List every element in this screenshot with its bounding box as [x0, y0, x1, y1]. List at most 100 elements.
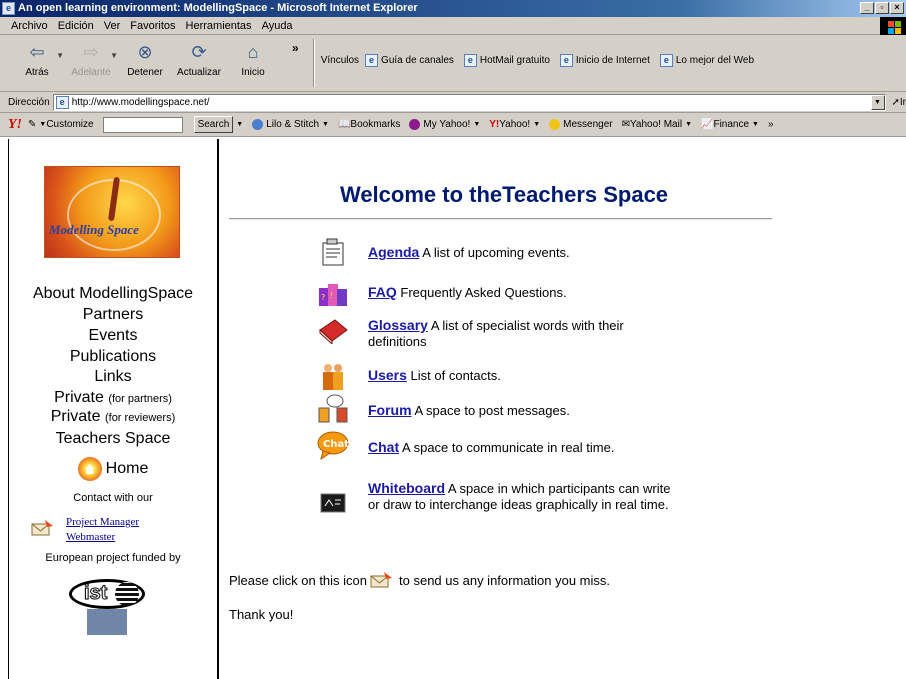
- yahoo-item-yahoo[interactable]: Y! Yahoo! ▼: [489, 119, 540, 130]
- ist-badge: [87, 609, 127, 635]
- minimize-button[interactable]: _: [860, 2, 874, 14]
- address-input[interactable]: e http://www.modellingspace.net/ ▼: [52, 93, 886, 111]
- forward-button[interactable]: ⇨ Adelante ▼: [64, 39, 118, 87]
- menu-favoritos[interactable]: Favoritos: [125, 18, 180, 34]
- whiteboard-link[interactable]: Whiteboard: [368, 480, 445, 496]
- whiteboard-icon[interactable]: [317, 490, 349, 520]
- lilo-stitch-icon: [252, 119, 264, 130]
- users-icon[interactable]: [317, 362, 349, 392]
- stop-button[interactable]: ⊗ Detener: [118, 39, 172, 87]
- ie-icon: e: [2, 2, 15, 15]
- yahoo-item-my-yahoo[interactable]: My Yahoo! ▼: [409, 119, 480, 130]
- yahoo-item-finance[interactable]: 📈 Finance ▼: [701, 119, 759, 130]
- chat-link[interactable]: Chat: [368, 439, 399, 455]
- back-dropdown-icon[interactable]: ▼: [56, 51, 64, 60]
- nav-about[interactable]: About ModellingSpace: [9, 284, 217, 303]
- nav-private-partners[interactable]: Private (for partners): [9, 388, 217, 409]
- toolbar-more-chevron[interactable]: »: [292, 41, 299, 55]
- page-content: Modelling Space About ModellingSpace Par…: [0, 139, 906, 679]
- nav-links[interactable]: Links: [9, 367, 217, 386]
- forum-link[interactable]: Forum: [368, 402, 412, 418]
- close-button[interactable]: ×: [890, 2, 904, 14]
- window-title-bar: e An open learning environment: Modellin…: [0, 0, 906, 17]
- frame-divider[interactable]: [217, 139, 219, 679]
- links-label: Vínculos: [320, 54, 360, 66]
- back-button[interactable]: ⇦ Atrás ▼: [10, 39, 64, 87]
- address-bar: Dirección e http://www.modellingspace.ne…: [0, 92, 906, 113]
- nav-partners[interactable]: Partners: [9, 305, 217, 324]
- link-hotmail[interactable]: e HotMail gratuito: [463, 53, 550, 67]
- faq-link[interactable]: FAQ: [368, 284, 397, 300]
- agenda-icon[interactable]: [317, 237, 349, 267]
- home-button[interactable]: ⌂ Inicio: [226, 39, 280, 87]
- window-title: An open learning environment: ModellingS…: [18, 2, 418, 14]
- forward-arrow-icon: ⇨: [83, 42, 99, 62]
- mail-icon: ✉: [621, 119, 630, 130]
- link-lo-mejor-web[interactable]: e Lo mejor del Web: [659, 53, 754, 67]
- glossary-link[interactable]: Glossary: [368, 317, 428, 333]
- yahoo-toolbar: Y! ✎ ▼ Customize Search ▼ Lilo & Stitch ▼ 📖…: [0, 113, 906, 137]
- nav-private-reviewers[interactable]: Private (for reviewers): [9, 407, 217, 428]
- project-manager-link[interactable]: Project Manager: [66, 516, 139, 528]
- menu-archivo[interactable]: Archivo: [6, 18, 53, 34]
- menu-ver[interactable]: Ver: [99, 18, 126, 34]
- yahoo-search-input[interactable]: [102, 116, 183, 133]
- envelope-icon[interactable]: [369, 572, 393, 588]
- menu-ayuda[interactable]: Ayuda: [257, 18, 298, 34]
- nav-publications[interactable]: Publications: [9, 347, 217, 366]
- stop-icon: ⊗: [137, 42, 153, 62]
- maximize-button[interactable]: ▫: [875, 2, 889, 14]
- yahoo-item-bookmarks[interactable]: 📖 Bookmarks: [338, 119, 400, 130]
- chat-icon[interactable]: Chat: [317, 430, 349, 460]
- envelope-icon[interactable]: [31, 520, 53, 536]
- go-button[interactable]: ➚Ir: [892, 97, 906, 108]
- menu-herramientas[interactable]: Herramientas: [181, 18, 257, 34]
- funded-text: European project funded by: [45, 552, 181, 564]
- forward-dropdown-icon[interactable]: ▼: [110, 51, 118, 60]
- forum-icon[interactable]: [317, 394, 349, 424]
- back-arrow-icon: ⇦: [29, 42, 45, 62]
- yahoo-item-messenger[interactable]: Messenger: [549, 119, 613, 130]
- thanks-text: Thank you!: [229, 607, 294, 622]
- address-url: http://www.modellingspace.net/: [71, 96, 210, 108]
- yahoo-logo-icon[interactable]: Y!: [8, 117, 22, 133]
- link-guia-canales[interactable]: e Guía de canales: [365, 53, 454, 67]
- svg-text:!: !: [330, 291, 333, 300]
- faq-icon[interactable]: ? !: [317, 280, 349, 310]
- address-label: Dirección: [8, 96, 50, 108]
- ie-page-icon: e: [659, 53, 673, 67]
- modellingspace-logo[interactable]: Modelling Space: [44, 166, 180, 258]
- yahoo-search-button[interactable]: Search: [193, 116, 234, 133]
- yahoo-y-icon: Y!: [489, 119, 500, 130]
- yahoo-item-lilo-stitch[interactable]: Lilo & Stitch ▼: [252, 119, 329, 130]
- home-link[interactable]: Home: [9, 457, 217, 481]
- nav-events[interactable]: Events: [9, 326, 217, 345]
- menu-bar: Archivo Edición Ver Favoritos Herramient…: [0, 17, 906, 35]
- ist-logo[interactable]: ist: [69, 579, 145, 635]
- ie-page-icon: e: [365, 53, 379, 67]
- title-rule: [229, 218, 772, 220]
- toolbar-separator: [312, 39, 315, 87]
- glossary-icon[interactable]: [317, 314, 349, 344]
- refresh-button[interactable]: ⟳ Actualizar: [172, 39, 226, 87]
- link-inicio-internet[interactable]: e Inicio de Internet: [559, 53, 650, 67]
- logo-text: Modelling Space: [49, 222, 139, 237]
- my-yahoo-icon: [409, 119, 421, 130]
- yahoo-item-mail[interactable]: ✉ Yahoo! Mail ▼: [622, 119, 692, 130]
- address-dropdown-icon[interactable]: ▼: [870, 94, 885, 110]
- feedback-text: Please click on this icon to send us any…: [229, 572, 611, 588]
- agenda-link[interactable]: Agenda: [368, 244, 419, 260]
- menu-edicion[interactable]: Edición: [53, 18, 99, 34]
- yahoo-more-chevron[interactable]: »: [768, 119, 774, 130]
- standard-toolbar: ⇦ Atrás ▼ ⇨ Adelante ▼ ⊗ Detener ⟳ Actua…: [0, 35, 906, 92]
- nav-teachers-space[interactable]: Teachers Space: [9, 429, 217, 448]
- webmaster-link[interactable]: Webmaster: [66, 531, 115, 543]
- users-link[interactable]: Users: [368, 367, 407, 383]
- home-icon: [77, 457, 102, 481]
- search-dropdown-icon[interactable]: ▼: [236, 121, 243, 128]
- links-bar: Vínculos e Guía de canales e HotMail gratu…: [321, 47, 764, 73]
- svg-text:?: ?: [321, 293, 325, 302]
- customize-button[interactable]: ✎ ▼ Customize: [28, 119, 94, 130]
- refresh-icon: ⟳: [191, 42, 207, 62]
- ie-page-icon: e: [55, 95, 69, 109]
